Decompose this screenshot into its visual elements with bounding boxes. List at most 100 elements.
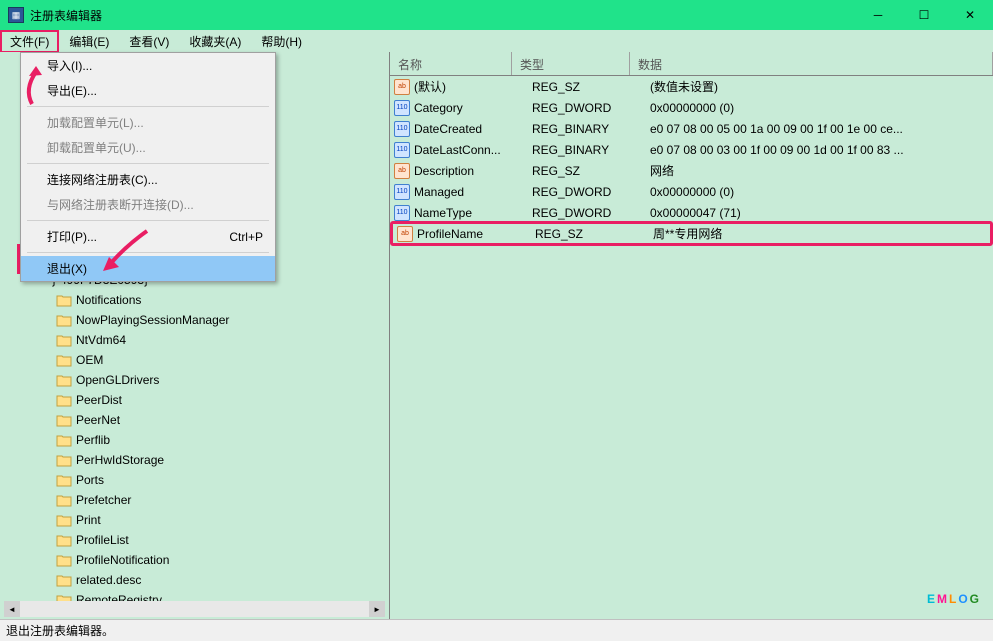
menu-item-unload-hive: 卸载配置单元(U)... bbox=[21, 135, 275, 160]
tree-item-label: PeerDist bbox=[76, 393, 122, 407]
menu-edit[interactable]: 编辑(E) bbox=[59, 30, 119, 53]
binary-value-icon: 110 bbox=[394, 205, 410, 221]
list-row[interactable]: 110DateLastConn...REG_BINARYe0 07 08 00 … bbox=[390, 139, 993, 160]
tree-item-label: Notifications bbox=[76, 293, 141, 307]
tree-item[interactable]: Print bbox=[4, 510, 389, 530]
tree-item-label: PerHwIdStorage bbox=[76, 453, 164, 467]
menu-item-export[interactable]: 导出(E)... bbox=[21, 78, 275, 103]
annotation-arrow-icon bbox=[12, 64, 52, 108]
tree-item-label: PeerNet bbox=[76, 413, 120, 427]
tree-item[interactable]: PeerDist bbox=[4, 390, 389, 410]
string-value-icon: ab bbox=[397, 226, 413, 242]
folder-icon bbox=[56, 414, 72, 427]
close-button[interactable]: ✕ bbox=[947, 0, 993, 30]
folder-icon bbox=[56, 514, 72, 527]
minimize-button[interactable]: ─ bbox=[855, 0, 901, 30]
list-row[interactable]: 110 CategoryREG_DWORD0x00000000 (0) bbox=[390, 97, 993, 118]
list-cell-name: Description bbox=[414, 164, 532, 178]
list-row[interactable]: abDescriptionREG_SZ网络 bbox=[390, 160, 993, 181]
list-cell-type: REG_DWORD bbox=[532, 101, 650, 115]
list-cell-data: e0 07 08 00 05 00 1a 00 09 00 1f 00 1e 0… bbox=[650, 122, 993, 136]
menu-item-load-hive: 加载配置单元(L)... bbox=[21, 110, 275, 135]
folder-icon bbox=[56, 434, 72, 447]
tree-view[interactable]: }-499F7D3E0593} NotificationsNowPlayingS… bbox=[4, 270, 389, 615]
list-row[interactable]: 110 NameTypeREG_DWORD0x00000047 (71) bbox=[390, 202, 993, 223]
folder-icon bbox=[56, 454, 72, 467]
scroll-right-icon[interactable]: ► bbox=[369, 601, 385, 617]
tree-item-label: Ports bbox=[76, 473, 104, 487]
list-cell-name: Category bbox=[414, 101, 532, 115]
list-cell-data: e0 07 08 00 03 00 1f 00 09 00 1d 00 1f 0… bbox=[650, 143, 993, 157]
list-cell-name: NameType bbox=[414, 206, 532, 220]
list-cell-data: (数值未设置) bbox=[650, 78, 993, 95]
list-cell-type: REG_BINARY bbox=[532, 122, 650, 136]
tree-item[interactable]: OpenGLDrivers bbox=[4, 370, 389, 390]
menu-help[interactable]: 帮助(H) bbox=[251, 30, 312, 53]
folder-icon bbox=[56, 534, 72, 547]
maximize-button[interactable]: ☐ bbox=[901, 0, 947, 30]
tree-item[interactable]: Prefetcher bbox=[4, 490, 389, 510]
watermark-logo: EMLOG bbox=[927, 565, 981, 613]
tree-item[interactable]: ProfileList bbox=[4, 530, 389, 550]
tree-item-label: ProfileNotification bbox=[76, 553, 169, 567]
tree-item-label: ProfileList bbox=[76, 533, 129, 547]
menu-favorites[interactable]: 收藏夹(A) bbox=[179, 30, 251, 53]
list-cell-name: Managed bbox=[414, 185, 532, 199]
menu-view[interactable]: 查看(V) bbox=[119, 30, 179, 53]
list-cell-type: REG_DWORD bbox=[532, 206, 650, 220]
tree-panel: 导入(I)... 导出(E)... 加载配置单元(L)... 卸载配置单元(U)… bbox=[0, 52, 390, 619]
tree-item[interactable]: NowPlayingSessionManager bbox=[4, 310, 389, 330]
horizontal-scrollbar[interactable]: ◄ ► bbox=[4, 601, 385, 617]
list-cell-data: 周**专用网络 bbox=[653, 225, 990, 242]
tree-item-label: OpenGLDrivers bbox=[76, 373, 159, 387]
list-row[interactable]: ab(默认)REG_SZ(数值未设置) bbox=[390, 76, 993, 97]
menu-separator bbox=[27, 220, 269, 221]
tree-item[interactable]: NtVdm64 bbox=[4, 330, 389, 350]
list-panel: 名称 类型 数据 ab(默认)REG_SZ(数值未设置)110CategoryR… bbox=[390, 52, 993, 619]
menu-item-connect[interactable]: 连接网络注册表(C)... bbox=[21, 167, 275, 192]
list-body[interactable]: ab(默认)REG_SZ(数值未设置)110CategoryREG_DWORD0… bbox=[390, 76, 993, 619]
menu-item-import[interactable]: 导入(I)... bbox=[21, 53, 275, 78]
list-cell-name: (默认) bbox=[414, 78, 532, 95]
binary-value-icon: 110 bbox=[394, 142, 410, 158]
list-cell-type: REG_DWORD bbox=[532, 185, 650, 199]
tree-item[interactable]: related.desc bbox=[4, 570, 389, 590]
list-cell-data: 0x00000000 (0) bbox=[650, 101, 993, 115]
list-row[interactable]: abProfileNameREG_SZ周**专用网络 bbox=[390, 221, 993, 246]
folder-icon bbox=[56, 394, 72, 407]
titlebar: ▦ 注册表编辑器 ─ ☐ ✕ bbox=[0, 0, 993, 30]
list-row[interactable]: 110 DateCreatedREG_BINARYe0 07 08 00 05 0… bbox=[390, 118, 993, 139]
menu-item-print-label: 打印(P)... bbox=[47, 228, 97, 245]
list-cell-type: REG_SZ bbox=[535, 227, 653, 241]
binary-value-icon: 110 bbox=[394, 100, 410, 116]
window-title: 注册表编辑器 bbox=[30, 7, 855, 24]
list-cell-name: DateLastConn... bbox=[414, 143, 532, 157]
col-header-type[interactable]: 类型 bbox=[512, 52, 630, 75]
tree-item[interactable]: Notifications bbox=[4, 290, 389, 310]
folder-icon bbox=[56, 334, 72, 347]
scroll-left-icon[interactable]: ◄ bbox=[4, 601, 20, 617]
tree-item-label: Prefetcher bbox=[76, 493, 131, 507]
list-cell-type: REG_SZ bbox=[532, 164, 650, 178]
string-value-icon: ab bbox=[394, 79, 410, 95]
list-cell-data: 0x00000047 (71) bbox=[650, 206, 993, 220]
tree-item[interactable]: OEM bbox=[4, 350, 389, 370]
tree-item-label: Print bbox=[76, 513, 101, 527]
folder-icon bbox=[56, 574, 72, 587]
menu-separator bbox=[27, 106, 269, 107]
tree-item[interactable]: Ports bbox=[4, 470, 389, 490]
menu-file[interactable]: 文件(F) bbox=[0, 30, 59, 53]
tree-item[interactable]: ProfileNotification bbox=[4, 550, 389, 570]
tree-item[interactable]: PerHwIdStorage bbox=[4, 450, 389, 470]
col-header-data[interactable]: 数据 bbox=[630, 52, 993, 75]
list-cell-name: DateCreated bbox=[414, 122, 532, 136]
binary-value-icon: 110 bbox=[394, 121, 410, 137]
col-header-name[interactable]: 名称 bbox=[390, 52, 512, 75]
folder-icon bbox=[56, 314, 72, 327]
tree-item[interactable]: Perflib bbox=[4, 430, 389, 450]
list-row[interactable]: 110ManagedREG_DWORD0x00000000 (0) bbox=[390, 181, 993, 202]
folder-icon bbox=[56, 354, 72, 367]
annotation-arrow-icon bbox=[97, 227, 153, 273]
tree-item[interactable]: PeerNet bbox=[4, 410, 389, 430]
list-cell-data: 网络 bbox=[650, 162, 993, 179]
